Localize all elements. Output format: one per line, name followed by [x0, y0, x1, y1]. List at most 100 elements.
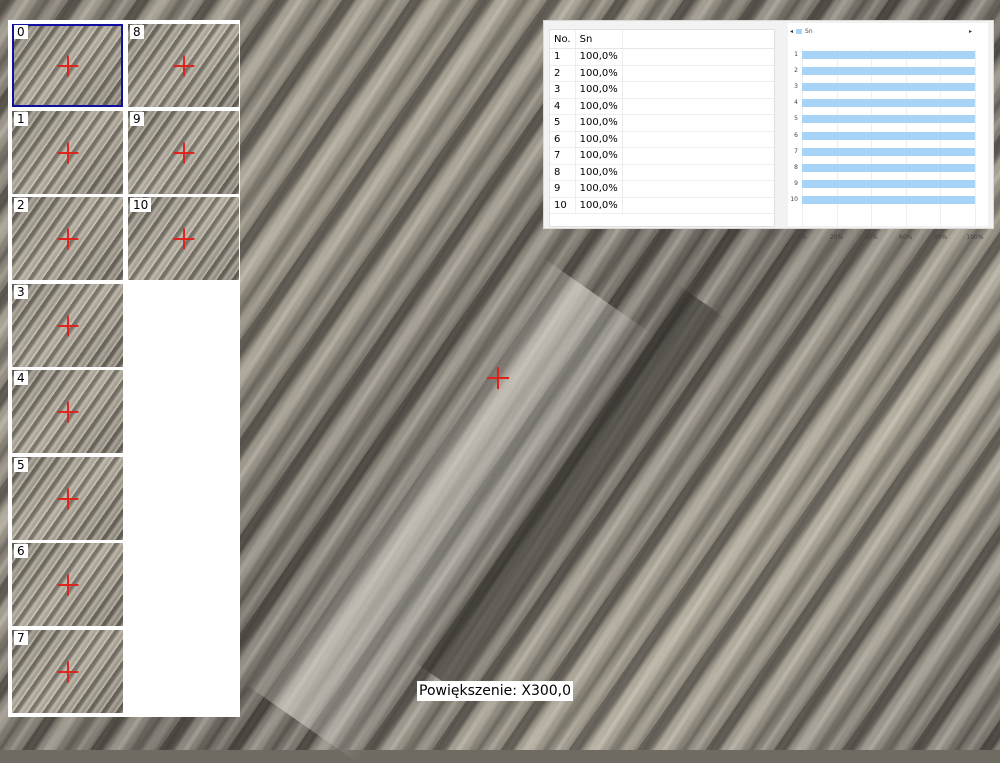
row-sn-value: 100,0%	[575, 81, 623, 99]
bar-category-label: 5	[794, 115, 798, 123]
row-number: 7	[550, 147, 576, 165]
bar-category-label: 3	[794, 83, 798, 91]
thumbnail-6[interactable]: 6	[12, 543, 123, 626]
row-sn-value: 100,0%	[575, 98, 623, 115]
bar-category-label: 6	[794, 131, 798, 139]
bar-track	[802, 195, 975, 204]
row-empty-cell	[622, 147, 774, 165]
bar-category-label: 4	[794, 99, 798, 107]
thumbnail-number: 2	[14, 198, 28, 212]
thumbnail-number: 4	[14, 371, 28, 385]
thumbnail-4[interactable]: 4	[12, 370, 123, 453]
bar	[802, 179, 975, 188]
thumbnail-2[interactable]: 2	[12, 197, 123, 280]
crosshair-icon	[173, 55, 195, 77]
thumbnail-number: 1	[14, 111, 28, 126]
table-row[interactable]: 2 100,0%	[550, 65, 774, 82]
bar-row: 6	[788, 131, 988, 140]
bar-track	[802, 51, 975, 59]
bar-category-label: 9	[794, 179, 798, 187]
thumbnail-1[interactable]: 1	[12, 110, 123, 194]
bar	[802, 67, 975, 76]
x-tick-label: 20%	[829, 234, 844, 241]
bar-row: 4	[788, 99, 988, 108]
crosshair-icon	[173, 228, 195, 250]
table-row[interactable]: 1 100,0%	[550, 48, 774, 66]
bar	[802, 115, 975, 124]
thumbnail-7[interactable]: 7	[12, 629, 123, 713]
x-axis: 0% 20% 40% 60% 80% 100%	[797, 234, 983, 242]
bar	[802, 83, 975, 92]
bar-row: 10	[788, 195, 988, 204]
row-empty-cell	[622, 48, 774, 66]
crosshair-icon	[57, 228, 79, 250]
results-table: No. Sn 1 100,0% 2 100,0% 3 100,0% 4 100,0% 5 100,…	[549, 29, 775, 227]
row-empty-cell	[622, 197, 774, 214]
crosshair-icon	[57, 315, 79, 336]
bar-track	[802, 163, 975, 172]
table-row[interactable]: 4 100,0%	[550, 98, 774, 115]
bar-track	[802, 115, 975, 124]
bar-row: 9	[788, 179, 988, 188]
table-row[interactable]: 8 100,0%	[550, 164, 774, 181]
crosshair-icon	[57, 661, 79, 682]
crosshair-icon	[57, 401, 79, 423]
x-tick-label: 60%	[899, 234, 913, 241]
bar-track	[802, 67, 975, 76]
magnification-label: Powiększenie: X300,0	[417, 681, 574, 701]
thumbnail-5[interactable]: 5	[12, 456, 123, 540]
crosshair-icon	[57, 142, 79, 163]
table-row[interactable]: 7 100,0%	[550, 147, 774, 165]
bar	[802, 147, 975, 156]
thumbnail-number: 10	[130, 198, 152, 212]
thumbnail-0[interactable]: 0	[12, 24, 123, 107]
results-panel: No. Sn 1 100,0% 2 100,0% 3 100,0% 4 100,0% 5 100,…	[543, 20, 994, 241]
x-tick-label: 100%	[966, 234, 984, 241]
row-sn-value: 100,0%	[575, 147, 623, 165]
row-number: 3	[550, 81, 576, 99]
table-row[interactable]: 6 100,0%	[550, 131, 774, 148]
table-row[interactable]: 5 100,0%	[550, 114, 774, 132]
bar-row: 5	[788, 115, 988, 124]
row-sn-value: 100,0%	[575, 114, 623, 132]
bar-area: 1 2 3 4 5 6 7 8 9 10	[788, 23, 988, 227]
row-empty-cell	[622, 131, 774, 148]
row-empty-cell	[622, 98, 774, 115]
column-header-empty	[622, 30, 774, 49]
row-empty-cell	[622, 180, 774, 198]
thumbnail-3[interactable]: 3	[12, 283, 123, 367]
table-row[interactable]: 9 100,0%	[550, 180, 774, 198]
bar	[802, 99, 975, 108]
thumbnail-8[interactable]: 8	[128, 24, 239, 107]
row-empty-cell	[622, 81, 774, 99]
row-number: 8	[550, 164, 576, 181]
crosshair-icon	[487, 367, 509, 389]
table-row[interactable]: 10 100,0%	[550, 197, 774, 214]
x-tick-label: 0%	[797, 234, 807, 241]
thumbnail-9[interactable]: 9	[128, 110, 239, 194]
row-empty-cell	[622, 65, 774, 82]
bar-track	[802, 131, 975, 140]
row-number: 2	[550, 65, 576, 82]
row-sn-value: 100,0%	[575, 65, 623, 82]
bar-category-label: 8	[794, 163, 798, 171]
bar-track	[802, 99, 975, 108]
row-sn-value: 100,0%	[575, 180, 623, 198]
crosshair-icon	[57, 488, 79, 509]
row-sn-value: 100,0%	[575, 197, 623, 214]
crosshair-icon	[57, 55, 79, 77]
row-number: 1	[550, 48, 576, 66]
row-number: 5	[550, 114, 576, 132]
thumbnail-number: 8	[130, 25, 144, 39]
crosshair-icon	[57, 574, 79, 596]
bar-row: 1	[788, 51, 988, 59]
thumbnail-10[interactable]: 10	[128, 197, 239, 280]
bar-track	[802, 179, 975, 188]
bar	[802, 131, 975, 140]
bar	[802, 163, 975, 172]
thumbnail-panel: 0 1 2 3 4 5 6 7 8 9 10	[8, 20, 240, 717]
row-number: 9	[550, 180, 576, 198]
bar-row: 7	[788, 147, 988, 156]
table-row[interactable]: 3 100,0%	[550, 81, 774, 99]
row-number: 4	[550, 98, 576, 115]
